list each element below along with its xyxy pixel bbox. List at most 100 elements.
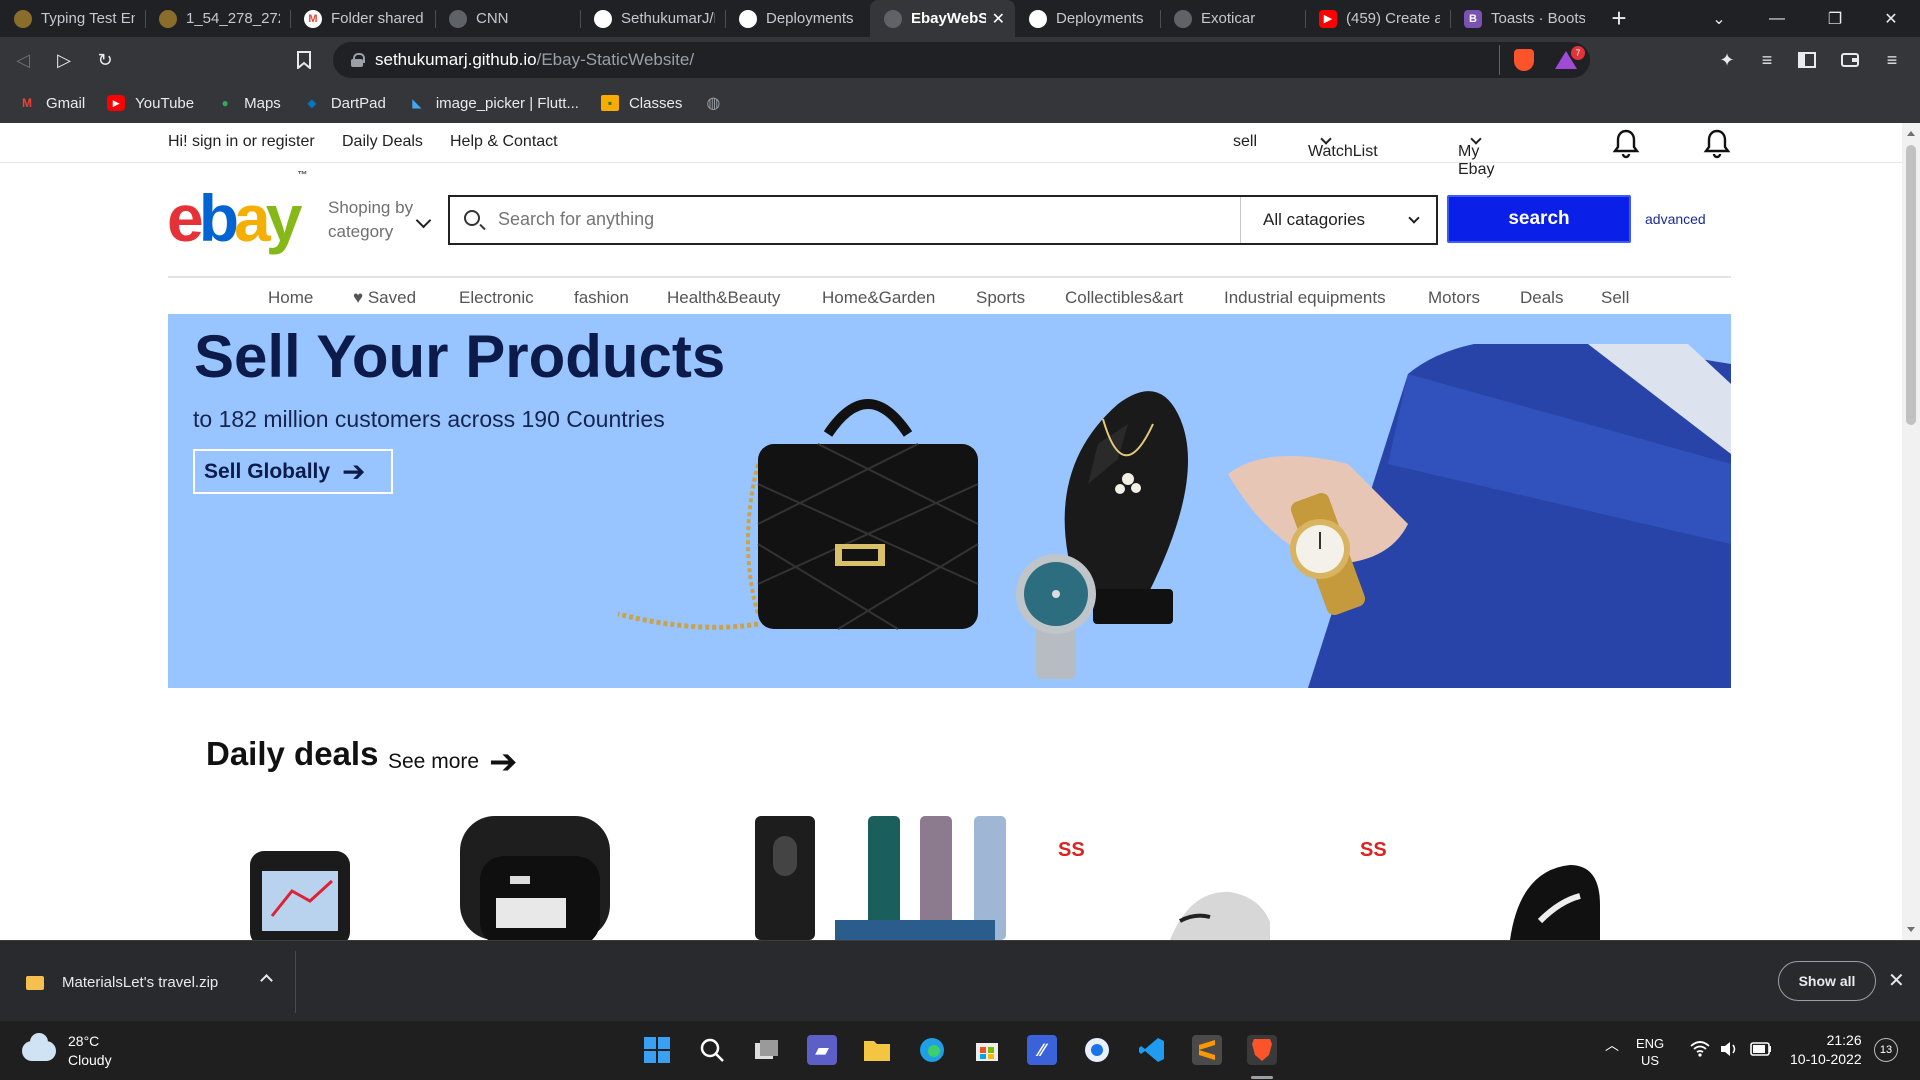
scrollbar-thumb[interactable] <box>1906 145 1916 425</box>
category-health-beauty[interactable]: Health&Beauty <box>667 288 780 308</box>
battery-icon[interactable] <box>1750 1042 1772 1059</box>
maximize-button[interactable]: ❐ <box>1806 0 1864 37</box>
tab-deployments-1[interactable]: Deployments <box>725 0 870 37</box>
lock-icon[interactable] <box>351 53 365 67</box>
tab-favicon <box>14 9 32 28</box>
category-sell[interactable]: Sell <box>1601 288 1629 308</box>
reload-button[interactable]: ↻ <box>87 42 123 78</box>
sell-link[interactable]: sell <box>1233 133 1257 151</box>
tab-label: EbayWebS <box>911 10 986 27</box>
sidebar-icon[interactable] <box>1795 48 1819 72</box>
cloud-icon <box>22 1033 56 1061</box>
teams-chat-icon[interactable]: ▰ <box>807 1035 837 1065</box>
bookmark-globe[interactable]: ◍ <box>704 95 732 112</box>
chevron-up-icon[interactable]: ︿ <box>1605 1035 1619 1055</box>
deal-item-sneaker-1: SS <box>1058 838 1270 940</box>
file-explorer-icon[interactable] <box>862 1035 892 1065</box>
close-icon[interactable]: ✕ <box>1888 968 1905 993</box>
category-fashion[interactable]: fashion <box>574 288 629 308</box>
daily-deals-link[interactable]: Daily Deals <box>342 133 423 151</box>
search-icon[interactable] <box>697 1035 727 1065</box>
category-home[interactable]: Home <box>268 288 313 308</box>
close-window-button[interactable]: ✕ <box>1862 0 1920 37</box>
bookmark-gmail[interactable]: M Gmail <box>18 95 85 112</box>
bookmark-icon[interactable] <box>292 48 316 72</box>
search-input[interactable]: Search for anything <box>498 209 654 230</box>
search-button[interactable]: search <box>1447 195 1631 243</box>
language-indicator[interactable]: ENG US <box>1636 1035 1664 1069</box>
tab-folder-shared[interactable]: M Folder shared <box>290 0 435 37</box>
ebay-logo[interactable]: ebay™ <box>167 171 307 252</box>
tab-exoticar[interactable]: Exoticar <box>1160 0 1305 37</box>
tab-search-chevron-icon[interactable]: ⌄ <box>1690 0 1748 37</box>
vscode-icon[interactable] <box>1137 1035 1167 1065</box>
bookmark-image-picker[interactable]: ◣ image_picker | Flutt... <box>408 95 579 112</box>
forward-button[interactable]: ▷ <box>46 42 82 78</box>
rewards-badge: 7 <box>1571 46 1585 60</box>
volume-icon[interactable] <box>1720 1041 1740 1060</box>
watchlist-dropdown[interactable]: WatchList <box>1308 133 1378 160</box>
tab-cnn[interactable]: CNN <box>435 0 580 37</box>
category-industrial-equipments[interactable]: Industrial equipments <box>1224 288 1386 308</box>
see-more-label: See more <box>388 750 480 773</box>
sell-globally-button[interactable]: Sell Globally ➔ <box>193 449 393 494</box>
notification-badge[interactable]: 13 <box>1874 1038 1898 1062</box>
see-more-link[interactable]: See more ➔ <box>388 745 518 779</box>
menu-icon[interactable]: ≡ <box>1880 48 1904 72</box>
extensions-icon[interactable]: ✦ <box>1715 48 1739 72</box>
bookmark-youtube[interactable]: ▶ YouTube <box>107 95 194 112</box>
media-controls-icon[interactable]: ≡ <box>1755 48 1779 72</box>
category-select[interactable]: All catagories <box>1240 197 1436 243</box>
brave-shields-icon[interactable] <box>1514 49 1534 71</box>
system-clock[interactable]: 21:26 10-10-2022 <box>1790 1031 1862 1069</box>
category-collectibles-art[interactable]: Collectibles&art <box>1065 288 1183 308</box>
tab-typing-test[interactable]: Typing Test En <box>0 0 145 37</box>
bookmark-maps[interactable]: ● Maps <box>216 95 281 112</box>
tab-bootstrap-toasts[interactable]: B Toasts · Boots <box>1450 0 1595 37</box>
back-button[interactable]: ◁ <box>5 42 41 78</box>
download-item[interactable]: MaterialsLet's travel.zip <box>26 974 218 991</box>
signin-link[interactable]: Hi! sign in or register <box>168 133 315 151</box>
chrome-browser-icon[interactable] <box>1082 1035 1112 1065</box>
tab-image-file[interactable]: 1_54_278_272 <box>145 0 290 37</box>
wifi-icon[interactable] <box>1690 1041 1710 1060</box>
scroll-up-icon[interactable] <box>1907 131 1915 136</box>
bell-icon[interactable] <box>1702 128 1732 160</box>
category-motors[interactable]: Motors <box>1428 288 1480 308</box>
task-view-icon[interactable] <box>752 1035 782 1065</box>
tab-ebay-website[interactable]: EbayWebS ✕ <box>870 0 1015 37</box>
show-all-button[interactable]: Show all <box>1778 961 1876 1001</box>
page-scrollbar[interactable] <box>1902 123 1920 940</box>
wallet-icon[interactable] <box>1838 48 1862 72</box>
bookmark-dartpad[interactable]: ◆ DartPad <box>303 95 386 112</box>
category-saved[interactable]: ♥ Saved <box>353 288 416 308</box>
my-ebay-dropdown[interactable]: My Ebay <box>1458 133 1494 178</box>
sublime-text-icon[interactable] <box>1192 1035 1222 1065</box>
category-sports[interactable]: Sports <box>976 288 1025 308</box>
category-electronic[interactable]: Electronic <box>459 288 534 308</box>
bookmark-classes[interactable]: ▪ Classes <box>600 95 682 112</box>
minimize-button[interactable]: — <box>1748 0 1806 37</box>
new-tab-button[interactable]: + <box>1601 1 1637 37</box>
category-home-garden[interactable]: Home&Garden <box>822 288 935 308</box>
tab-github-repo[interactable]: SethukumarJ/E <box>580 0 725 37</box>
brave-browser-icon[interactable] <box>1247 1035 1277 1065</box>
tab-youtube[interactable]: ▶ (459) Create a <box>1305 0 1450 37</box>
tab-deployments-2[interactable]: Deployments <box>1015 0 1160 37</box>
close-tab-icon[interactable]: ✕ <box>992 9 1005 29</box>
shop-by-category[interactable]: Shoping by category <box>328 196 423 244</box>
tab-label: CNN <box>476 10 509 27</box>
advanced-search-link[interactable]: advanced <box>1645 211 1706 227</box>
bell-icon[interactable] <box>1611 128 1641 160</box>
clock-date: 10-10-2022 <box>1790 1051 1862 1067</box>
math-app-icon[interactable]: ∕∕ <box>1027 1035 1057 1065</box>
microsoft-store-icon[interactable] <box>972 1035 1002 1065</box>
address-bar[interactable]: sethukumarj.github.io/Ebay-StaticWebsite… <box>333 42 1590 78</box>
windows-start-icon[interactable] <box>642 1035 672 1065</box>
chevron-up-icon[interactable] <box>260 974 273 987</box>
scroll-down-icon[interactable] <box>1907 927 1915 932</box>
weather-widget[interactable]: 28°C Cloudy <box>22 1032 112 1070</box>
category-deals[interactable]: Deals <box>1520 288 1563 308</box>
help-contact-link[interactable]: Help & Contact <box>450 133 558 151</box>
edge-browser-icon[interactable] <box>917 1035 947 1065</box>
